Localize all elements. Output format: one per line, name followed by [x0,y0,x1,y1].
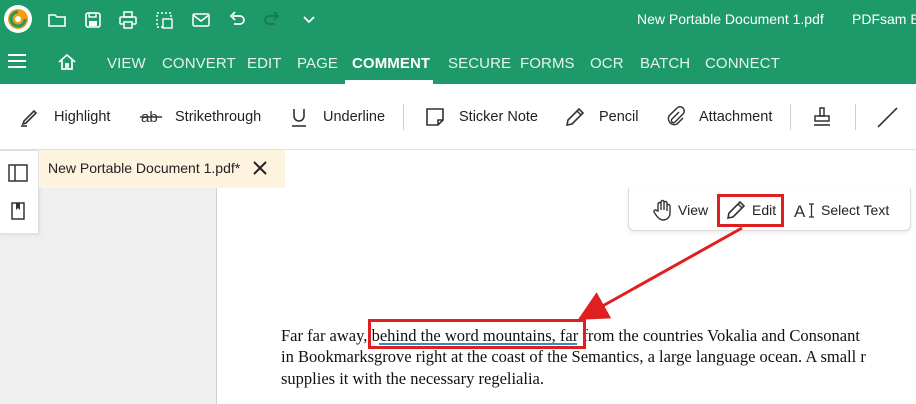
pdfsam-logo-icon [4,5,32,33]
text-before: Far far away, [281,326,368,345]
text-cursor-icon: A [794,202,814,221]
strikethrough-button[interactable]: ab Strikethrough [139,104,261,130]
tab-secure[interactable]: SECURE [448,55,511,72]
window-document-title: New Portable Document 1.pdf [637,11,824,27]
tab-edit[interactable]: EDIT [247,55,282,72]
stamp-icon [810,105,834,129]
pencil-label: Pencil [599,109,639,125]
text-after: far from the countries Vokalia and Conso… [559,326,860,345]
title-bar: New Portable Document 1.pdf PDFsam En [0,0,916,40]
hand-icon [653,199,671,221]
open-folder-icon[interactable] [44,7,70,33]
svg-text:A: A [794,202,806,221]
highlight-label: Highlight [54,109,111,125]
underline-button[interactable]: Underline [287,104,385,130]
tab-batch[interactable]: BATCH [640,55,690,72]
underline-label: Underline [323,109,386,125]
select-text-mode-label: Select Text [821,202,890,218]
tab-comment[interactable]: COMMENT [352,55,430,72]
hamburger-menu-icon[interactable] [8,53,26,69]
comment-toolbar: Highlight ab Strikethrough Underline Sti… [0,84,916,150]
line-button[interactable] [875,104,911,130]
highlighter-icon [18,105,42,129]
sticker-note-label: Sticker Note [459,109,538,125]
highlight-button[interactable]: Highlight [18,104,110,130]
pencil-icon [563,105,587,129]
email-icon[interactable] [188,7,214,33]
attachment-button[interactable]: Attachment [663,104,772,130]
redo-icon[interactable] [259,7,285,33]
strikethrough-icon: ab [139,105,163,129]
page-text-line-2: in Bookmarksgrove right at the coast of … [281,347,866,366]
bookmark-icon[interactable] [8,201,28,221]
select-text-mode-button[interactable]: A Select Text [794,198,889,222]
print-icon[interactable] [115,7,141,33]
sticky-note-icon [423,105,447,129]
scan-icon[interactable] [151,7,177,33]
strikethrough-label: Strikethrough [175,109,262,125]
sticker-note-button[interactable]: Sticker Note [423,104,538,130]
tab-convert[interactable]: CONVERT [162,55,236,72]
line-icon [875,105,899,129]
ribbon-tab-bar: VIEW CONVERT EDIT PAGE COMMENT SECURE FO… [0,40,916,84]
tab-view[interactable]: VIEW [107,55,146,72]
panel-toggle-icon[interactable] [8,163,28,183]
tab-connect[interactable]: CONNECT [705,55,780,72]
tab-ocr[interactable]: OCR [590,55,624,72]
undo-icon[interactable] [224,7,250,33]
toolbar-divider [790,104,791,130]
left-sidebar-rail [0,150,39,234]
window-app-title: PDFsam En [852,11,916,27]
customize-chevron-icon[interactable] [296,7,322,33]
paperclip-icon [663,105,687,129]
home-icon[interactable] [57,52,77,72]
text-callout-box [368,319,586,349]
document-tab[interactable]: New Portable Document 1.pdf* [39,150,285,188]
underline-icon [287,105,311,129]
page-text-line-3: supplies it with the necessary regeliali… [281,369,545,388]
edit-callout-box [717,194,784,227]
toolbar-divider [855,104,856,130]
tab-page[interactable]: PAGE [297,55,338,72]
pencil-button[interactable]: Pencil [563,104,639,130]
save-icon[interactable] [80,7,106,33]
document-tab-name: New Portable Document 1.pdf* [48,160,241,176]
toolbar-divider [403,104,404,130]
close-icon[interactable] [251,159,269,177]
view-mode-label: View [678,202,709,218]
stamp-button[interactable] [810,104,846,130]
attachment-label: Attachment [699,109,773,125]
tab-forms[interactable]: FORMS [520,55,575,72]
view-mode-button[interactable]: View [651,198,708,222]
